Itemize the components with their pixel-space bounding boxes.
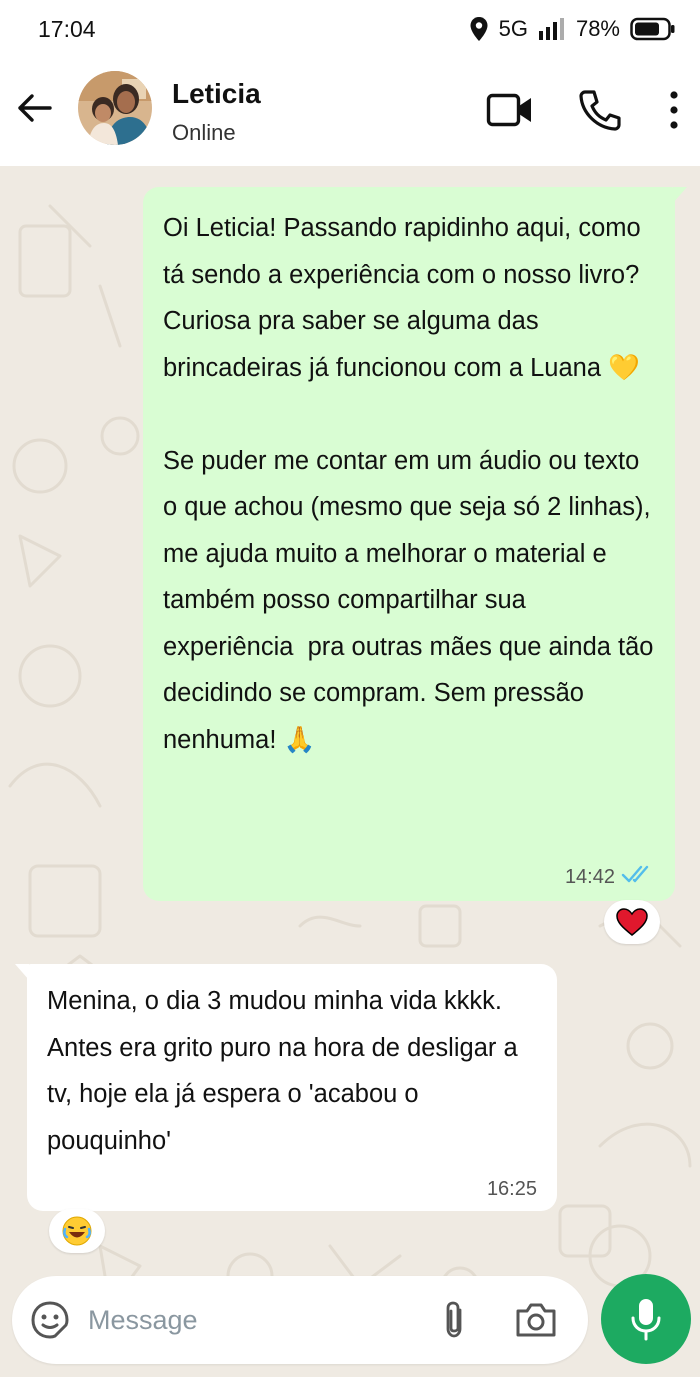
location-icon	[469, 16, 489, 42]
status-bar: 17:04 5G 78%	[0, 0, 700, 58]
reaction-heart[interactable]	[604, 900, 660, 944]
message-text: Oi Leticia! Passando rapidinho aqui, com…	[163, 214, 654, 754]
message-input[interactable]	[88, 1296, 418, 1344]
bubble-tail	[673, 187, 687, 203]
heart-icon	[616, 908, 648, 936]
status-time: 17:04	[38, 15, 96, 42]
message-meta: 14:42	[565, 863, 655, 891]
more-vert-icon[interactable]	[650, 88, 698, 132]
outgoing-message[interactable]: Oi Leticia! Passando rapidinho aqui, com…	[143, 187, 687, 901]
message-text: Menina, o dia 3 mudou minha vida kkkk. A…	[47, 987, 525, 1155]
chat-area[interactable]: Oi Leticia! Passando rapidinho aqui, com…	[0, 166, 700, 1377]
avatar[interactable]	[78, 71, 152, 145]
message-time: 16:25	[486, 1178, 537, 1200]
battery-level: 78%	[575, 16, 620, 41]
incoming-message[interactable]: Menina, o dia 3 mudou minha vida kkkk. A…	[15, 964, 557, 1211]
message-meta: 16:25	[487, 1178, 537, 1201]
signal-icon	[538, 17, 566, 41]
reaction-laugh[interactable]	[49, 1209, 105, 1253]
message-composer	[12, 1276, 588, 1364]
back-arrow-icon[interactable]	[14, 88, 54, 128]
status-indicators: 5G 78%	[469, 16, 676, 42]
network-type: 5G	[498, 16, 528, 41]
mic-button[interactable]	[601, 1274, 691, 1364]
phone-icon[interactable]	[576, 88, 624, 132]
video-call-icon[interactable]	[486, 88, 534, 132]
chat-header: Leticia Online	[0, 58, 700, 166]
laughing-emoji-icon	[62, 1216, 92, 1246]
sticker-icon[interactable]	[28, 1298, 72, 1342]
read-receipt-icon	[621, 863, 655, 891]
contact-status: Online	[172, 120, 236, 145]
message-time: 14:42	[564, 865, 615, 888]
mic-icon	[631, 1299, 661, 1341]
camera-icon[interactable]	[512, 1298, 560, 1342]
bubble-tail	[15, 964, 29, 980]
contact-name[interactable]: Leticia	[172, 78, 261, 110]
attach-icon[interactable]	[434, 1298, 474, 1342]
battery-icon	[630, 17, 676, 41]
